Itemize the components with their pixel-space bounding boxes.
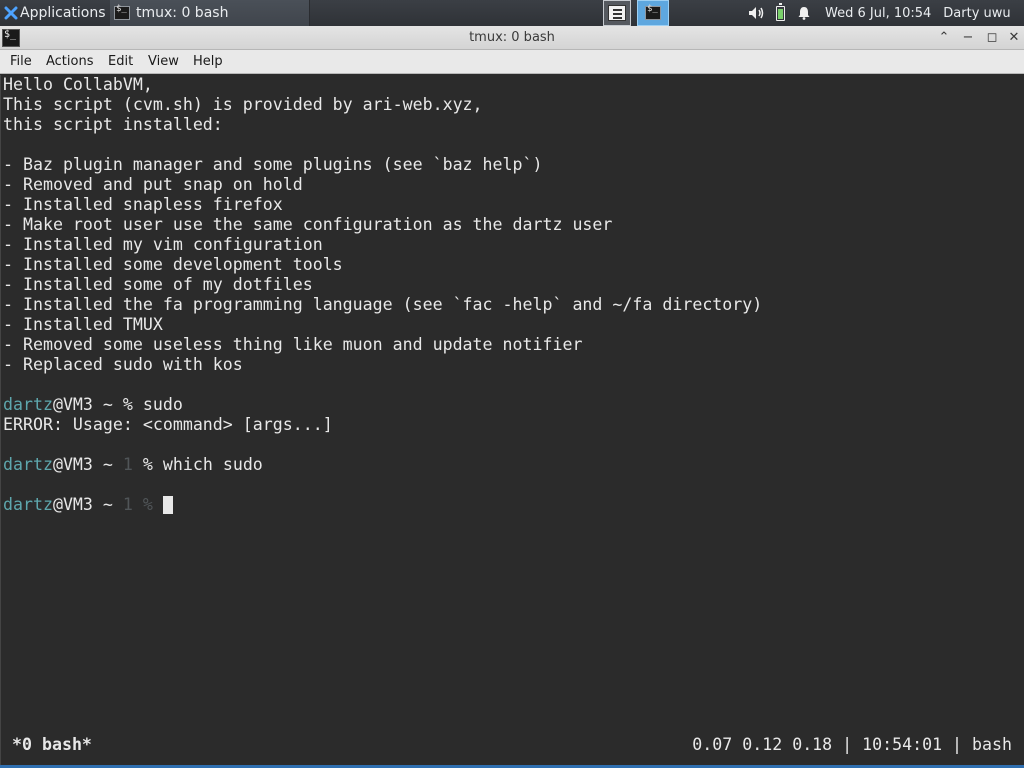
prompt-line: dartz@VM3 ~ % sudo [3,395,183,415]
menu-actions[interactable]: Actions [46,50,94,74]
terminal-line: - Removed and put snap on hold [3,175,303,194]
terminal-line: This script (cvm.sh) is provided by ari-… [3,95,483,114]
prompt-user: dartz [3,495,53,514]
command-text: sudo [142,395,183,414]
top-panel: Applications tmux: 0 bash Wed 6 Jul, 10:… [0,0,1024,26]
tmux-window-tab[interactable]: *0 bash* [12,735,92,755]
prompt-exit-code: 1 [122,455,133,474]
tmux-status-bar: *0 bash* 0.07 0.12 0.18 | 10:54:01 | bas… [0,735,1024,755]
command-text: which sudo [162,455,263,474]
maximize-button[interactable]: ◻ [982,28,1002,48]
prompt-user: dartz [3,455,53,474]
terminal-line: Hello CollabVM, [3,75,153,94]
terminal-line: this script installed: [3,115,223,134]
taskbar-window-button[interactable]: tmux: 0 bash [110,0,310,26]
close-button[interactable]: ✕ [1004,28,1024,48]
notification-bell-icon[interactable] [797,6,811,20]
window-titlebar[interactable]: tmux: 0 bash ⌃ − ◻ ✕ [0,26,1024,50]
error-output: ERROR: Usage: <command> [args...] [3,415,333,434]
menu-bar: File Actions Edit View Help [0,50,1024,74]
applications-menu-button[interactable]: Applications [0,0,110,26]
terminal-line: - Make root user use the same configurat… [3,215,613,234]
terminal-area[interactable]: Hello CollabVM, This script (cvm.sh) is … [0,75,1024,768]
text-editor-icon [608,5,626,21]
menu-file[interactable]: File [10,50,32,74]
terminal-line: - Removed some useless thing like muon a… [3,335,583,354]
minimize-button[interactable]: − [958,28,978,48]
window-title: tmux: 0 bash [469,30,555,45]
menu-edit[interactable]: Edit [108,50,133,74]
prompt-line-active[interactable]: dartz@VM3 ~ 1 % [3,495,153,515]
shade-window-button[interactable]: ⌃ [934,28,954,48]
prompt-symbol: % [122,395,133,414]
terminal-launcher[interactable] [637,0,669,26]
terminal-line: - Baz plugin manager and some plugins (s… [3,155,543,174]
terminal-line: - Installed my vim configuration [3,235,323,254]
terminal-line: - Installed snapless firefox [3,195,283,214]
clock[interactable]: Wed 6 Jul, 10:54 [825,6,931,21]
battery-icon[interactable] [776,2,785,21]
prompt-user: dartz [3,395,53,414]
text-editor-launcher[interactable] [603,0,631,26]
taskbar-window-label: tmux: 0 bash [136,5,229,21]
prompt-symbol: % [142,495,153,514]
terminal-line: - Installed some of my dotfiles [3,275,313,294]
user-menu[interactable]: Darty uwu [943,6,1010,21]
tmux-status-right: 0.07 0.12 0.18 | 10:54:01 | bash [692,735,1012,754]
terminal-line: - Installed the fa programming language … [3,295,763,314]
terminal-line: - Installed some development tools [3,255,343,274]
terminal-cursor [163,496,173,514]
prompt-line: dartz@VM3 ~ 1 % which sudo [3,455,263,475]
terminal-icon [645,4,661,20]
prompt-host: @VM3 ~ [52,495,123,514]
applications-label: Applications [20,5,106,21]
prompt-symbol: % [142,455,153,474]
terminal-line: - Replaced sudo with kos [3,355,243,374]
menu-help[interactable]: Help [193,50,223,74]
prompt-host: @VM3 ~ [52,455,123,474]
volume-icon[interactable] [748,6,766,20]
xfce-logo-icon [4,6,18,20]
terminal-line: - Installed TMUX [3,315,163,334]
prompt-host: @VM3 ~ [52,395,123,414]
prompt-exit-code: 1 [122,495,133,514]
menu-view[interactable]: View [148,50,179,74]
system-tray: Wed 6 Jul, 10:54 Darty uwu [748,0,1024,26]
terminal-icon [114,4,130,20]
